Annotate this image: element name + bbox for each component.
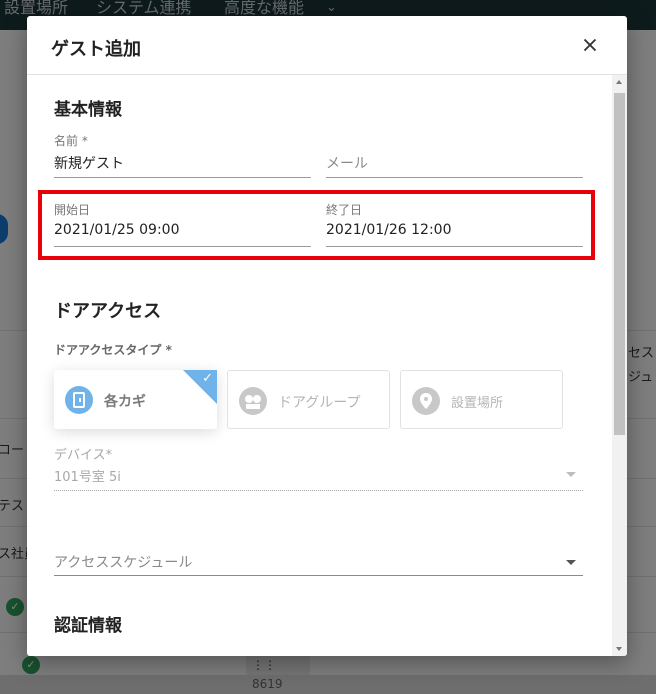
email-field[interactable]: メール bbox=[326, 132, 583, 180]
type-option-door-group[interactable]: ドアグループ bbox=[227, 370, 390, 429]
close-button[interactable] bbox=[578, 33, 602, 57]
close-icon bbox=[583, 38, 597, 52]
start-date-label: 開始日 bbox=[54, 203, 91, 217]
start-date-input[interactable]: 2021/01/25 09:00 bbox=[54, 222, 180, 238]
name-label: 名前 * bbox=[54, 134, 88, 148]
bg-keypad-value: 8619 bbox=[252, 677, 283, 691]
start-date-field[interactable]: 開始日 2021/01/25 09:00 bbox=[54, 201, 311, 249]
scroll-up-icon[interactable] bbox=[616, 80, 622, 84]
email-underline bbox=[326, 177, 583, 178]
door-access-type-label: ドアアクセスタイプ * bbox=[54, 343, 172, 357]
access-schedule-placeholder: アクセススケジュール bbox=[54, 555, 193, 571]
type-option-label: 設置場所 bbox=[451, 396, 504, 411]
name-input[interactable]: 新規ゲスト bbox=[54, 153, 124, 173]
dialog-title: ゲスト追加 bbox=[51, 39, 141, 60]
device-underline bbox=[54, 490, 583, 491]
end-date-input[interactable]: 2021/01/26 12:00 bbox=[326, 222, 452, 238]
dialog-content[interactable]: 基本情報 名前 * 新規ゲスト メール 開始日 2021/01/25 09:00… bbox=[27, 75, 627, 656]
name-field[interactable]: 名前 * 新規ゲスト bbox=[54, 132, 311, 180]
type-option-label: 各カギ bbox=[104, 394, 146, 410]
start-date-underline bbox=[54, 246, 311, 247]
chevron-down-icon bbox=[566, 560, 576, 565]
email-input[interactable]: メール bbox=[326, 153, 368, 173]
door-group-icon bbox=[239, 387, 267, 415]
dialog-header: ゲスト追加 bbox=[27, 16, 627, 75]
key-door-icon bbox=[65, 386, 93, 414]
device-select[interactable]: デバイス* 101号室 5i bbox=[54, 444, 583, 492]
basic-info-title: 基本情報 bbox=[54, 100, 122, 120]
end-date-underline bbox=[326, 246, 583, 247]
location-pin-icon bbox=[412, 387, 440, 415]
end-date-label: 終了日 bbox=[326, 203, 363, 217]
device-label: デバイス* bbox=[54, 448, 113, 463]
type-option-key[interactable]: 各カギ ✓ bbox=[54, 370, 217, 429]
check-icon: ✓ bbox=[202, 371, 213, 386]
device-value: 101号室 5i bbox=[54, 470, 121, 485]
chevron-down-icon bbox=[566, 472, 576, 477]
type-option-label: ドアグループ bbox=[278, 395, 361, 411]
scrollbar-thumb[interactable] bbox=[614, 93, 625, 435]
auth-info-title: 認証情報 bbox=[54, 616, 122, 636]
door-access-title: ドアアクセス bbox=[54, 301, 162, 322]
dialog-scrollbar[interactable] bbox=[612, 75, 627, 656]
name-underline bbox=[54, 177, 311, 178]
access-schedule-select[interactable]: アクセススケジュール bbox=[54, 527, 583, 577]
scroll-down-icon[interactable] bbox=[616, 647, 622, 651]
end-date-field[interactable]: 終了日 2021/01/26 12:00 bbox=[326, 201, 583, 249]
type-option-location[interactable]: 設置場所 bbox=[400, 370, 563, 429]
add-guest-dialog: ゲスト追加 基本情報 名前 * 新規ゲスト メール 開始日 2021/01/25… bbox=[27, 16, 627, 656]
schedule-underline bbox=[54, 575, 583, 576]
